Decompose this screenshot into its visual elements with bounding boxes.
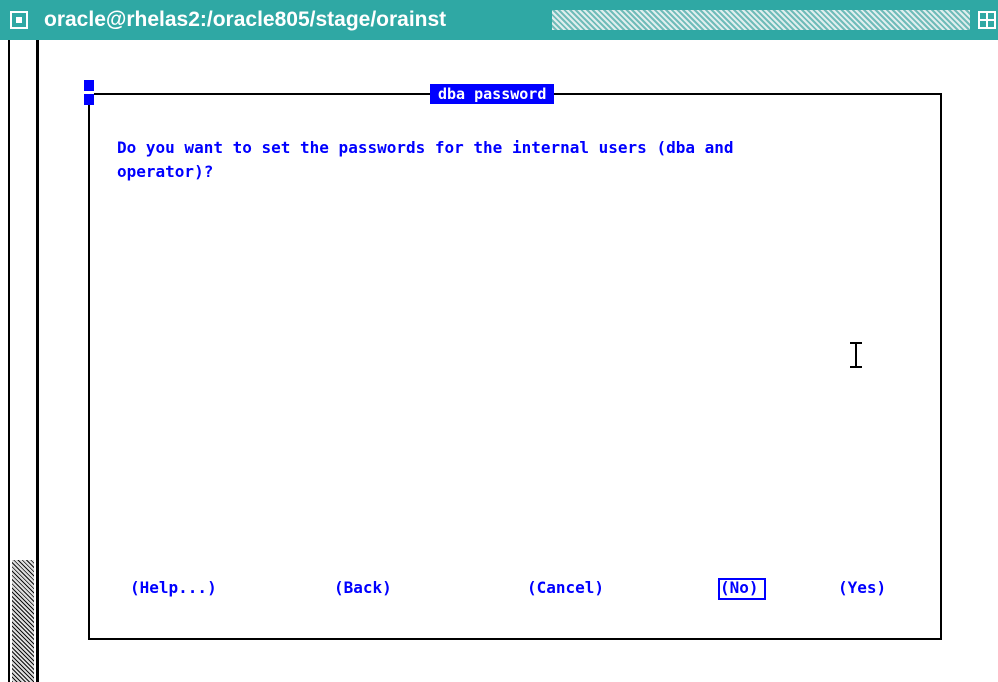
text-cursor-icon (848, 342, 864, 368)
no-button[interactable]: (No) (720, 576, 759, 600)
scrollbar-thumb[interactable] (12, 560, 34, 682)
frame-line (8, 40, 10, 682)
cancel-button[interactable]: (Cancel) (527, 576, 604, 600)
dialog-corner-marker (84, 80, 94, 105)
dialog-title: dba password (430, 84, 555, 104)
window-titlebar[interactable]: oracle@rhelas2:/oracle805/stage/orainst (0, 0, 998, 40)
frame-line (36, 40, 39, 682)
maximize-icon[interactable] (978, 11, 996, 29)
yes-button[interactable]: (Yes) (838, 576, 886, 600)
titlebar-pattern (552, 10, 970, 30)
window-title: oracle@rhelas2:/oracle805/stage/orainst (44, 8, 447, 31)
dialog-prompt: Do you want to set the passwords for the… (117, 138, 734, 181)
help-button[interactable]: (Help...) (130, 576, 217, 600)
window-menu-icon[interactable] (10, 11, 28, 29)
back-button[interactable]: (Back) (334, 576, 392, 600)
